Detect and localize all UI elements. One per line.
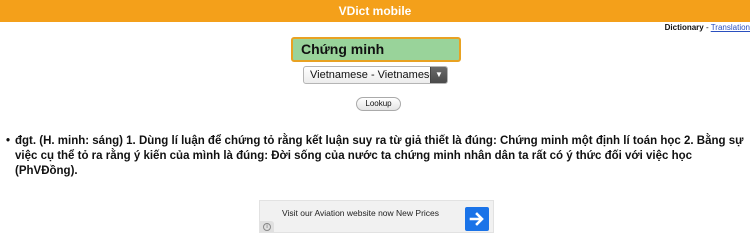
ad-banner[interactable]: Visit our Aviation website now New Price… (259, 200, 494, 233)
definition-list: • đgt. (H. minh: sáng) 1. Dùng lí luận đ… (6, 134, 748, 179)
ad-arrow-button[interactable] (465, 207, 489, 231)
language-select[interactable]: Vietnamese - Vietnamese ▼ (303, 66, 448, 84)
app-header: VDict mobile (0, 0, 750, 22)
translation-link[interactable]: Translation (711, 23, 750, 32)
app-title: VDict mobile (338, 4, 412, 18)
ad-info-icon[interactable]: i (260, 221, 274, 232)
language-select-value: Vietnamese - Vietnamese (310, 69, 436, 81)
dictionary-link[interactable]: Dictionary (665, 23, 704, 32)
chevron-down-icon: ▼ (430, 67, 447, 83)
link-separator: - (703, 23, 711, 32)
definition-text: đgt. (H. minh: sáng) 1. Dùng lí luận để … (15, 135, 744, 177)
lookup-button[interactable]: Lookup (356, 97, 401, 111)
arrow-right-icon (469, 212, 484, 226)
ad-text: Visit our Aviation website now New Price… (282, 208, 440, 218)
bullet-icon: • (6, 135, 11, 147)
top-links: Dictionary - Translation (665, 23, 750, 33)
search-input[interactable]: Chứng minh (291, 37, 461, 62)
search-input-value: Chứng minh (301, 41, 385, 57)
